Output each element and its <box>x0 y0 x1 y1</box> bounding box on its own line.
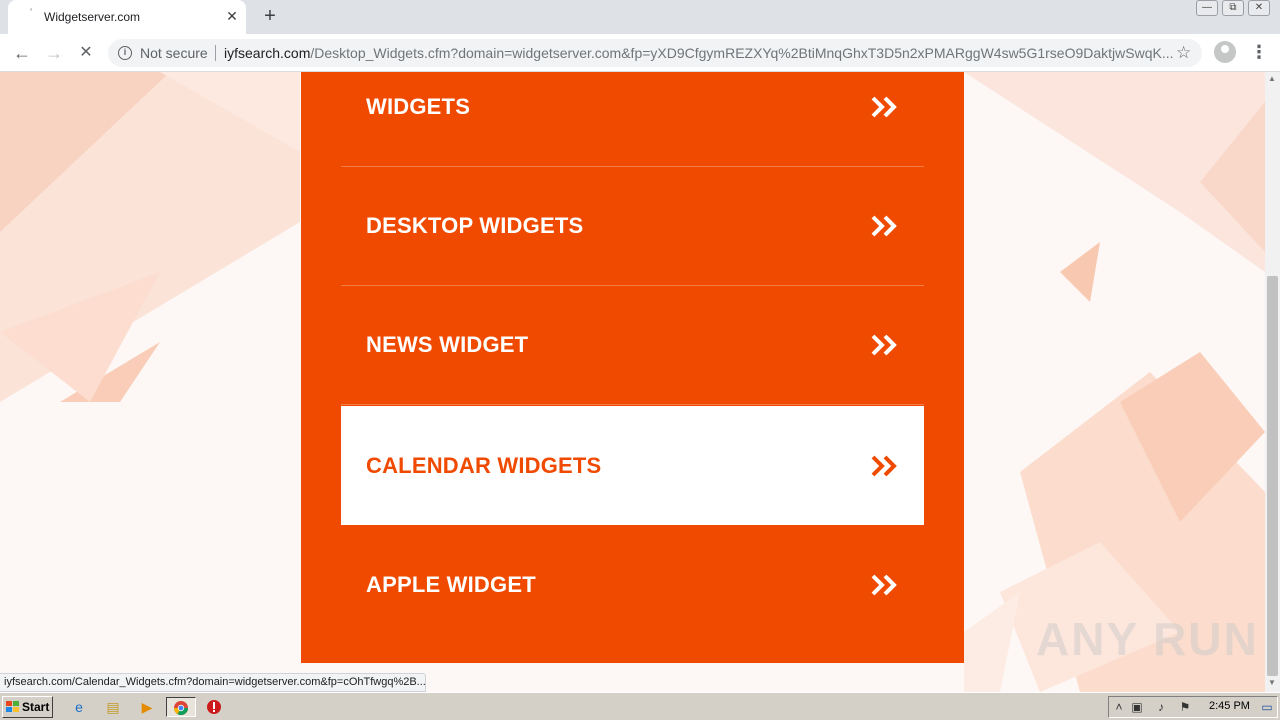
windows-logo-icon <box>6 701 19 713</box>
url-text[interactable]: iyfsearch.com/Desktop_Widgets.cfm?domain… <box>224 45 1174 61</box>
double-chevron-right-icon <box>871 455 897 476</box>
browser-tab[interactable]: ‘ Widgetserver.com ✕ <box>8 0 246 34</box>
address-separator <box>215 45 216 61</box>
show-hidden-icons-arrow-icon[interactable]: ˄ <box>1111 699 1127 715</box>
scroll-up-arrow-icon[interactable]: ▲ <box>1268 74 1276 83</box>
menu-item-desktop-widgets[interactable]: DESKTOP WIDGETS <box>341 167 924 286</box>
show-desktop-icon[interactable]: ▭ <box>1259 699 1275 715</box>
menu-item-apple-widget[interactable]: APPLE WIDGET <box>341 525 924 644</box>
double-chevron-right-icon <box>871 96 897 118</box>
page-viewport: WIDGETS DESKTOP WIDGETS NEWS WIDGET CALE… <box>0 72 1265 692</box>
tab-title: Widgetserver.com <box>44 10 141 24</box>
chrome-icon[interactable] <box>166 697 196 717</box>
volume-icon[interactable]: ♪ <box>1153 699 1169 715</box>
browser-toolbar: ← → ✕ i Not secure iyfsearch.com/Desktop… <box>0 34 1280 72</box>
scroll-down-arrow-icon[interactable]: ▼ <box>1268 678 1276 687</box>
minimize-icon[interactable]: — <box>1196 0 1218 16</box>
browser-menu-icon[interactable]: ⋮ <box>1250 41 1268 63</box>
link-status-bubble: iyfsearch.com/Calendar_Widgets.cfm?domai… <box>0 673 426 692</box>
loading-favicon-icon: ‘ <box>30 7 33 18</box>
info-icon[interactable]: i <box>118 46 132 60</box>
anyrun-watermark: ANY RUN <box>1036 613 1259 665</box>
menu-item-label: WIDGETS <box>366 94 471 119</box>
scrollbar-thumb[interactable] <box>1267 276 1278 676</box>
flag-icon[interactable]: ⚑ <box>1177 699 1193 715</box>
menu-item-calendar-widgets[interactable]: CALENDAR WIDGETS <box>341 406 924 525</box>
stop-sign-icon[interactable] <box>203 697 225 717</box>
back-arrow-icon[interactable]: ← <box>10 41 34 65</box>
menu-item-news-widget[interactable]: NEWS WIDGET <box>341 286 924 405</box>
network-icon[interactable]: ▣ <box>1129 699 1145 715</box>
forward-arrow-icon[interactable]: → <box>42 41 66 65</box>
security-label[interactable]: Not secure <box>140 45 208 61</box>
restore-icon[interactable]: ⧉ <box>1222 0 1244 16</box>
menu-item-label: APPLE WIDGET <box>366 571 536 597</box>
profile-avatar-icon[interactable] <box>1214 41 1236 63</box>
widget-menu-panel: WIDGETS DESKTOP WIDGETS NEWS WIDGET CALE… <box>301 72 964 663</box>
menu-item-label: NEWS WIDGET <box>366 332 529 357</box>
double-chevron-right-icon <box>871 574 897 595</box>
start-button[interactable]: Start <box>2 696 53 718</box>
new-tab-plus-icon[interactable]: + <box>260 6 280 26</box>
double-chevron-right-icon <box>871 215 897 237</box>
window-close-icon[interactable]: ✕ <box>1248 0 1270 16</box>
address-bar[interactable]: i Not secure iyfsearch.com/Desktop_Widge… <box>108 39 1202 67</box>
tab-strip: ‘ Widgetserver.com ✕ + — ⧉ ✕ <box>0 0 1280 34</box>
stop-icon[interactable]: ✕ <box>74 41 98 65</box>
taskbar-clock[interactable]: 2:45 PM <box>1209 700 1250 712</box>
menu-item-widgets[interactable]: WIDGETS <box>341 72 924 167</box>
window-controls: — ⧉ ✕ <box>1196 0 1270 18</box>
page-scrollbar[interactable]: ▲ ▼ <box>1265 72 1280 692</box>
start-label: Start <box>22 700 50 714</box>
file-explorer-icon[interactable]: ▤ <box>102 697 124 717</box>
media-player-icon[interactable]: ▶ <box>136 697 158 717</box>
tab-close-icon[interactable]: ✕ <box>224 8 240 24</box>
menu-item-label: CALENDAR WIDGETS <box>366 452 602 478</box>
bookmark-star-icon[interactable]: ☆ <box>1176 43 1191 63</box>
internet-explorer-icon[interactable]: e <box>68 697 90 717</box>
url-path: /Desktop_Widgets.cfm?domain=widgetserver… <box>310 45 1174 61</box>
double-chevron-right-icon <box>871 334 897 356</box>
system-tray: ˄ ▣ ♪ ⚑ 2:45 PM ▭ <box>1108 696 1278 718</box>
menu-item-label: DESKTOP WIDGETS <box>366 213 584 238</box>
url-host: iyfsearch.com <box>224 45 311 61</box>
windows-taskbar: Start e ▤ ▶ ˄ ▣ ♪ ⚑ 2:45 PM ▭ <box>0 692 1280 720</box>
